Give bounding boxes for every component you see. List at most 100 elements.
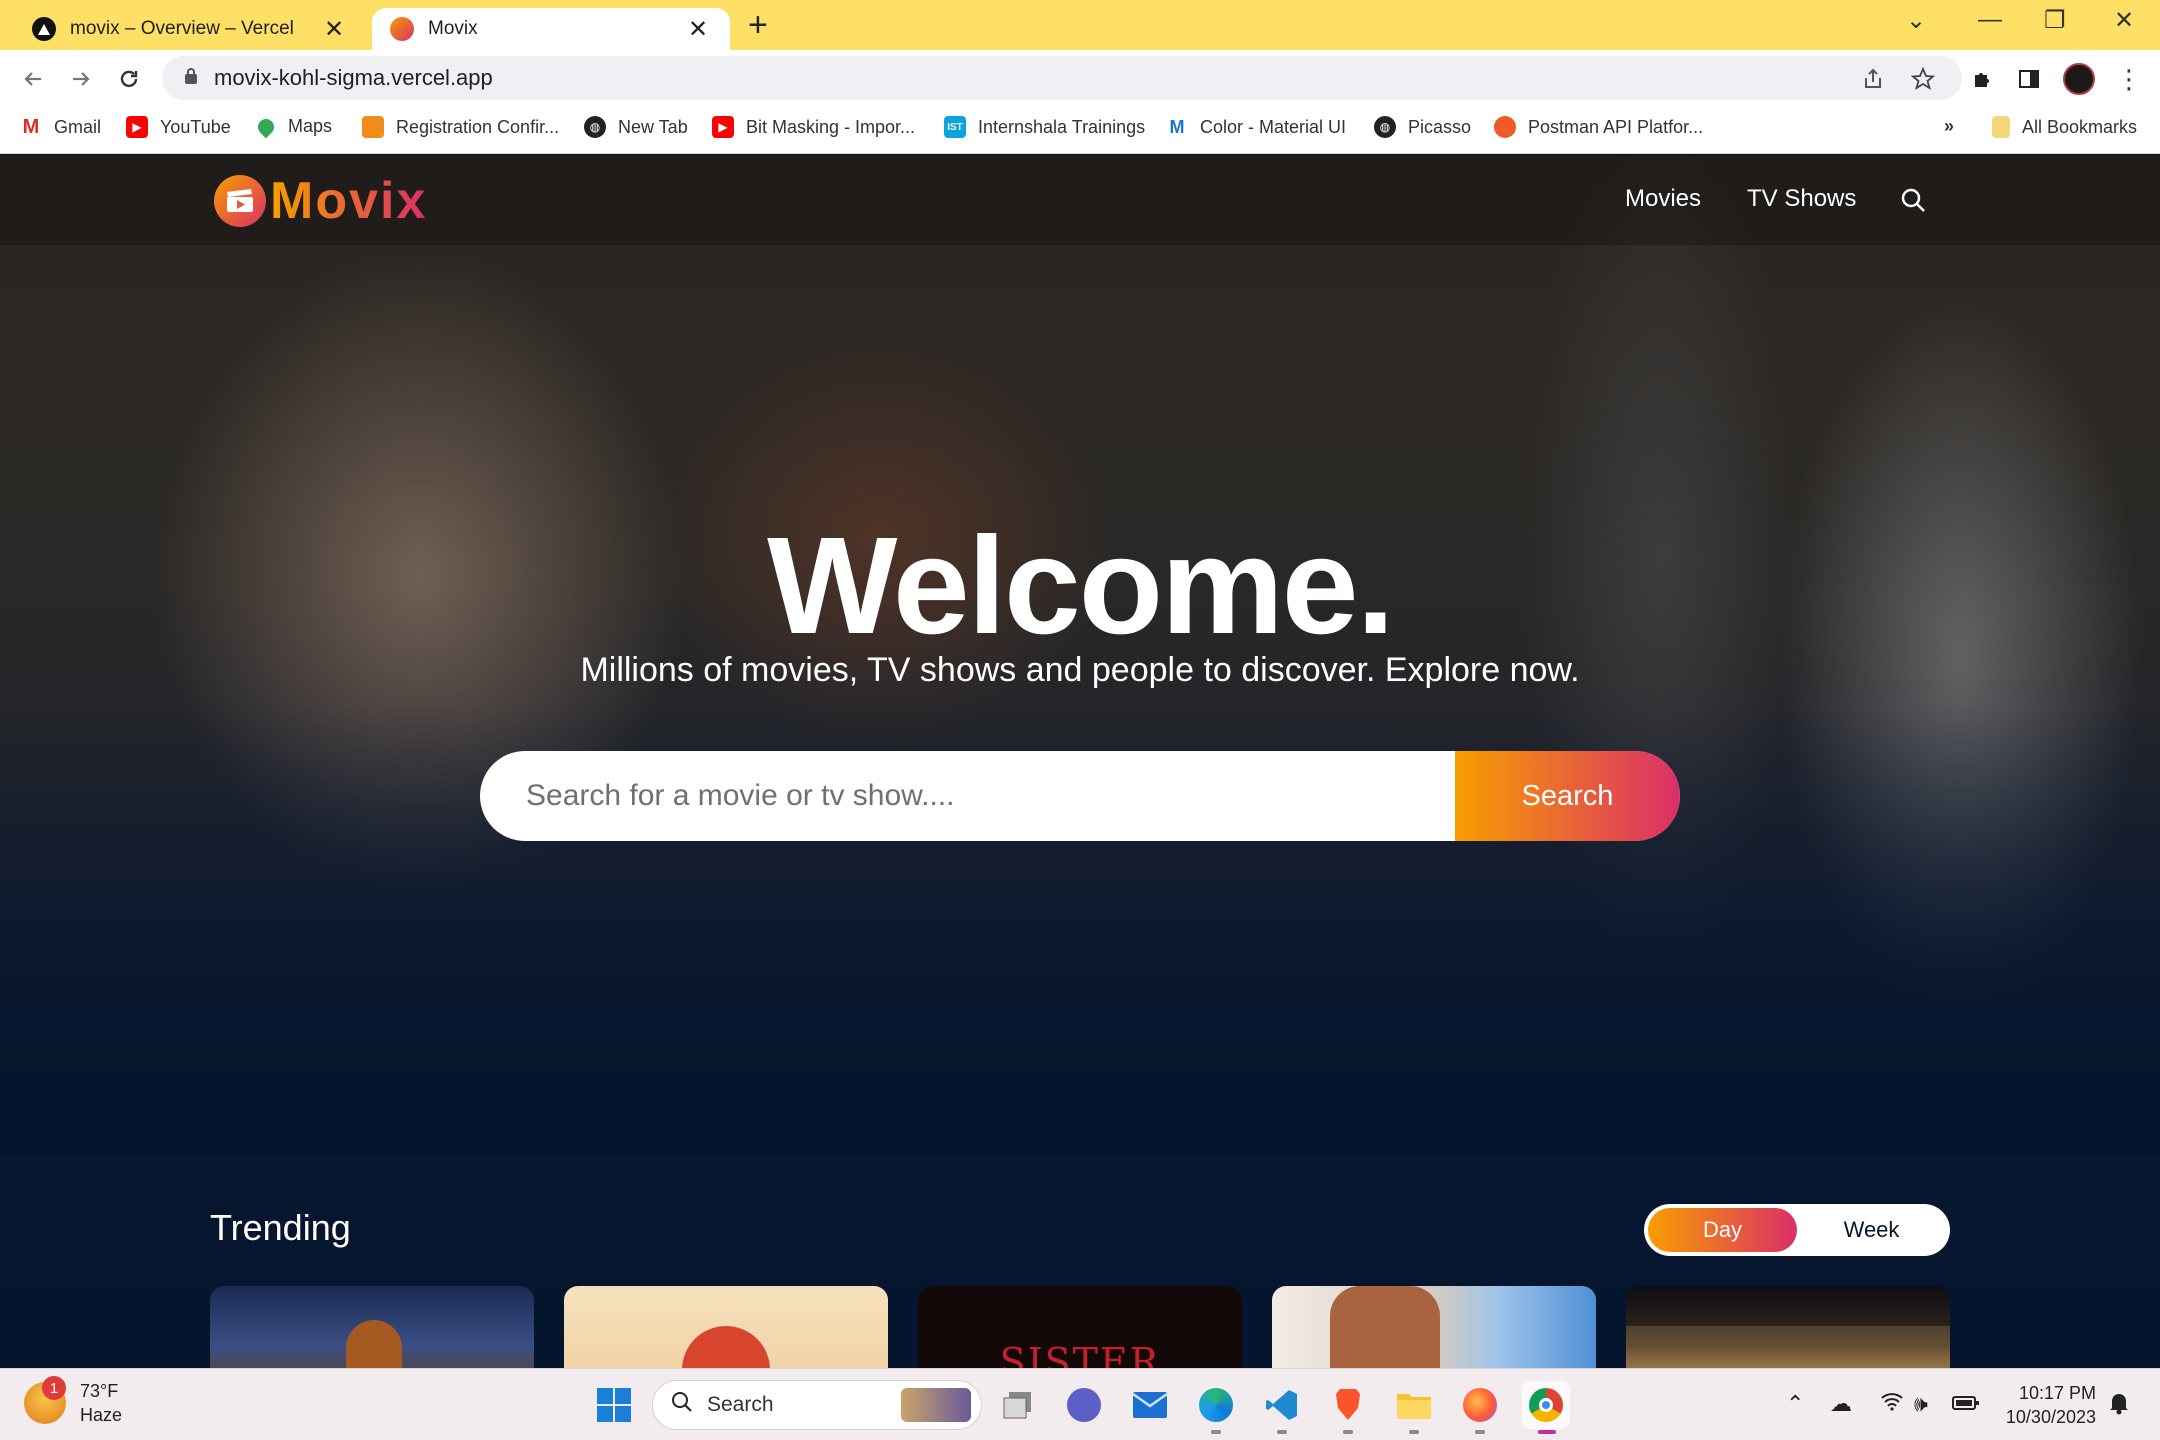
system-clock[interactable]: 10:17 PM 10/30/2023 xyxy=(1996,1381,2096,1429)
bookmark-maps[interactable]: Maps xyxy=(254,115,332,138)
lock-icon xyxy=(184,67,198,90)
tab-vercel[interactable]: movix – Overview – Vercel ✕ xyxy=(14,8,366,50)
bookmark-label: Gmail xyxy=(54,116,102,137)
switch-day[interactable]: Day xyxy=(1648,1208,1797,1252)
show-hidden-icons-icon[interactable]: ⌃ xyxy=(1786,1391,1804,1417)
bookmarks-bar: M Gmail ▶ YouTube Maps Registration Conf… xyxy=(0,106,2160,154)
forward-icon[interactable] xyxy=(64,62,98,96)
side-panel-icon[interactable] xyxy=(2012,62,2046,96)
trending-card[interactable] xyxy=(564,1286,888,1368)
nav-movies[interactable]: Movies xyxy=(1625,185,1701,213)
bookmark-label: Postman API Platfor... xyxy=(1528,116,1704,137)
bookmark-internshala[interactable]: IST Internshala Trainings xyxy=(944,116,1145,138)
movix-page: Movix Movies TV Shows Welcome. Millions … xyxy=(0,155,2160,1368)
notification-badge: 1 xyxy=(42,1376,66,1400)
bookmark-label: Picasso xyxy=(1408,116,1472,137)
search-icon xyxy=(671,1391,693,1419)
bookmark-bit-masking[interactable]: ▶ Bit Masking - Impor... xyxy=(712,116,915,138)
tab-title: Movix xyxy=(428,18,478,39)
bookmark-gmail[interactable]: M Gmail xyxy=(20,116,101,138)
mui-icon: M xyxy=(1169,116,1185,137)
all-bookmarks-label: All Bookmarks xyxy=(2022,116,2138,137)
mail-icon[interactable] xyxy=(1126,1381,1174,1429)
bookmark-label: Registration Confir... xyxy=(396,116,560,137)
trending-card[interactable]: SISTER DEATH xyxy=(918,1286,1242,1368)
address-bar[interactable]: movix-kohl-sigma.vercel.app xyxy=(162,56,1962,100)
battery-icon[interactable] xyxy=(1952,1391,1980,1417)
firefox-icon[interactable] xyxy=(1456,1381,1504,1429)
back-icon[interactable] xyxy=(16,62,50,96)
taskbar-search-label: Search xyxy=(707,1393,774,1416)
restore-icon[interactable]: ❐ xyxy=(2044,6,2066,35)
bookmark-postman[interactable]: Postman API Platfor... xyxy=(1494,116,1703,138)
bookmark-label: YouTube xyxy=(160,116,231,137)
tab-search-chevron-icon[interactable]: ⌄ xyxy=(1906,6,1926,35)
edge-icon[interactable] xyxy=(1192,1381,1240,1429)
windows-taskbar: 1 73°F Haze Search ⌃ ☁ 🕪 10:17 PM 10/30/… xyxy=(0,1368,2160,1440)
bookmark-label: New Tab xyxy=(618,116,688,137)
close-tab-icon[interactable]: ✕ xyxy=(320,15,348,44)
taskbar-search[interactable]: Search xyxy=(652,1380,982,1430)
trending-heading: Trending xyxy=(210,1207,351,1248)
trending-card[interactable] xyxy=(1626,1286,1950,1368)
search-input[interactable] xyxy=(480,751,1455,841)
bookmark-material-ui[interactable]: M Color - Material UI xyxy=(1166,116,1347,138)
volume-icon[interactable]: 🕪 xyxy=(1914,1391,1928,1417)
youtube-icon: ▶ xyxy=(712,116,734,138)
all-bookmarks[interactable]: All Bookmarks xyxy=(1992,116,2137,138)
globe-icon: ◍ xyxy=(584,116,606,138)
new-tab-icon[interactable]: + xyxy=(748,8,768,42)
day-week-switch: Day Week xyxy=(1644,1204,1950,1256)
onedrive-icon[interactable]: ☁ xyxy=(1830,1391,1852,1417)
reload-icon[interactable] xyxy=(112,62,146,96)
tab-movix[interactable]: Movix ✕ xyxy=(372,8,730,50)
running-indicator xyxy=(1211,1430,1221,1434)
movix-logo[interactable]: Movix xyxy=(214,171,427,231)
brave-icon[interactable] xyxy=(1324,1381,1372,1429)
maps-icon xyxy=(254,115,278,138)
close-window-icon[interactable]: ✕ xyxy=(2114,6,2134,35)
clock-time: 10:17 PM xyxy=(2018,1383,2096,1403)
close-tab-icon[interactable]: ✕ xyxy=(684,15,712,44)
star-icon[interactable] xyxy=(1906,62,1940,96)
tab-title: movix – Overview – Vercel xyxy=(70,18,294,39)
hero-search-bar: Search xyxy=(480,751,1680,841)
running-indicator xyxy=(1277,1430,1287,1434)
extensions-icon[interactable] xyxy=(1966,62,2000,96)
weather-widget[interactable]: 1 73°F Haze xyxy=(24,1376,122,1427)
running-indicator xyxy=(1343,1430,1353,1434)
trending-card[interactable] xyxy=(1272,1286,1596,1368)
poster-title: SISTER DEATH xyxy=(999,1340,1161,1368)
vscode-icon[interactable] xyxy=(1258,1381,1306,1429)
hero-title: Welcome. xyxy=(767,509,1395,663)
chrome-icon[interactable] xyxy=(1522,1381,1570,1429)
postman-icon xyxy=(1494,116,1516,138)
profile-avatar[interactable] xyxy=(2062,62,2096,96)
bookmark-picasso[interactable]: ◍ Picasso xyxy=(1374,116,1471,138)
search-icon[interactable] xyxy=(1900,187,1926,218)
start-windows-icon[interactable] xyxy=(590,1381,638,1429)
search-highlight-icon xyxy=(901,1388,971,1422)
active-indicator xyxy=(1538,1430,1556,1434)
haze-weather-icon: 1 xyxy=(24,1376,66,1424)
teams-chat-icon[interactable] xyxy=(1060,1381,1108,1429)
bookmark-youtube[interactable]: ▶ YouTube xyxy=(126,116,231,138)
poster-image xyxy=(346,1320,402,1368)
search-button[interactable]: Search xyxy=(1455,751,1680,841)
nav-tv-shows[interactable]: TV Shows xyxy=(1747,185,1856,213)
bookmark-registration[interactable]: Registration Confir... xyxy=(362,116,559,138)
minimize-icon[interactable]: — xyxy=(1978,6,2002,34)
poster-image xyxy=(1330,1286,1440,1368)
wifi-icon[interactable] xyxy=(1880,1391,1904,1417)
bookmark-new-tab[interactable]: ◍ New Tab xyxy=(584,116,688,138)
switch-week[interactable]: Week xyxy=(1797,1208,1946,1252)
url-text: movix-kohl-sigma.vercel.app xyxy=(214,65,493,90)
clapperboard-icon xyxy=(214,175,266,227)
menu-icon[interactable]: ⋮ xyxy=(2112,62,2146,96)
task-view-icon[interactable] xyxy=(994,1381,1042,1429)
file-explorer-icon[interactable] xyxy=(1390,1381,1438,1429)
notification-bell-icon[interactable] xyxy=(2108,1391,2130,1421)
trending-card[interactable] xyxy=(210,1286,534,1368)
share-icon[interactable] xyxy=(1856,62,1890,96)
bookmarks-overflow[interactable]: » xyxy=(1944,116,1954,137)
